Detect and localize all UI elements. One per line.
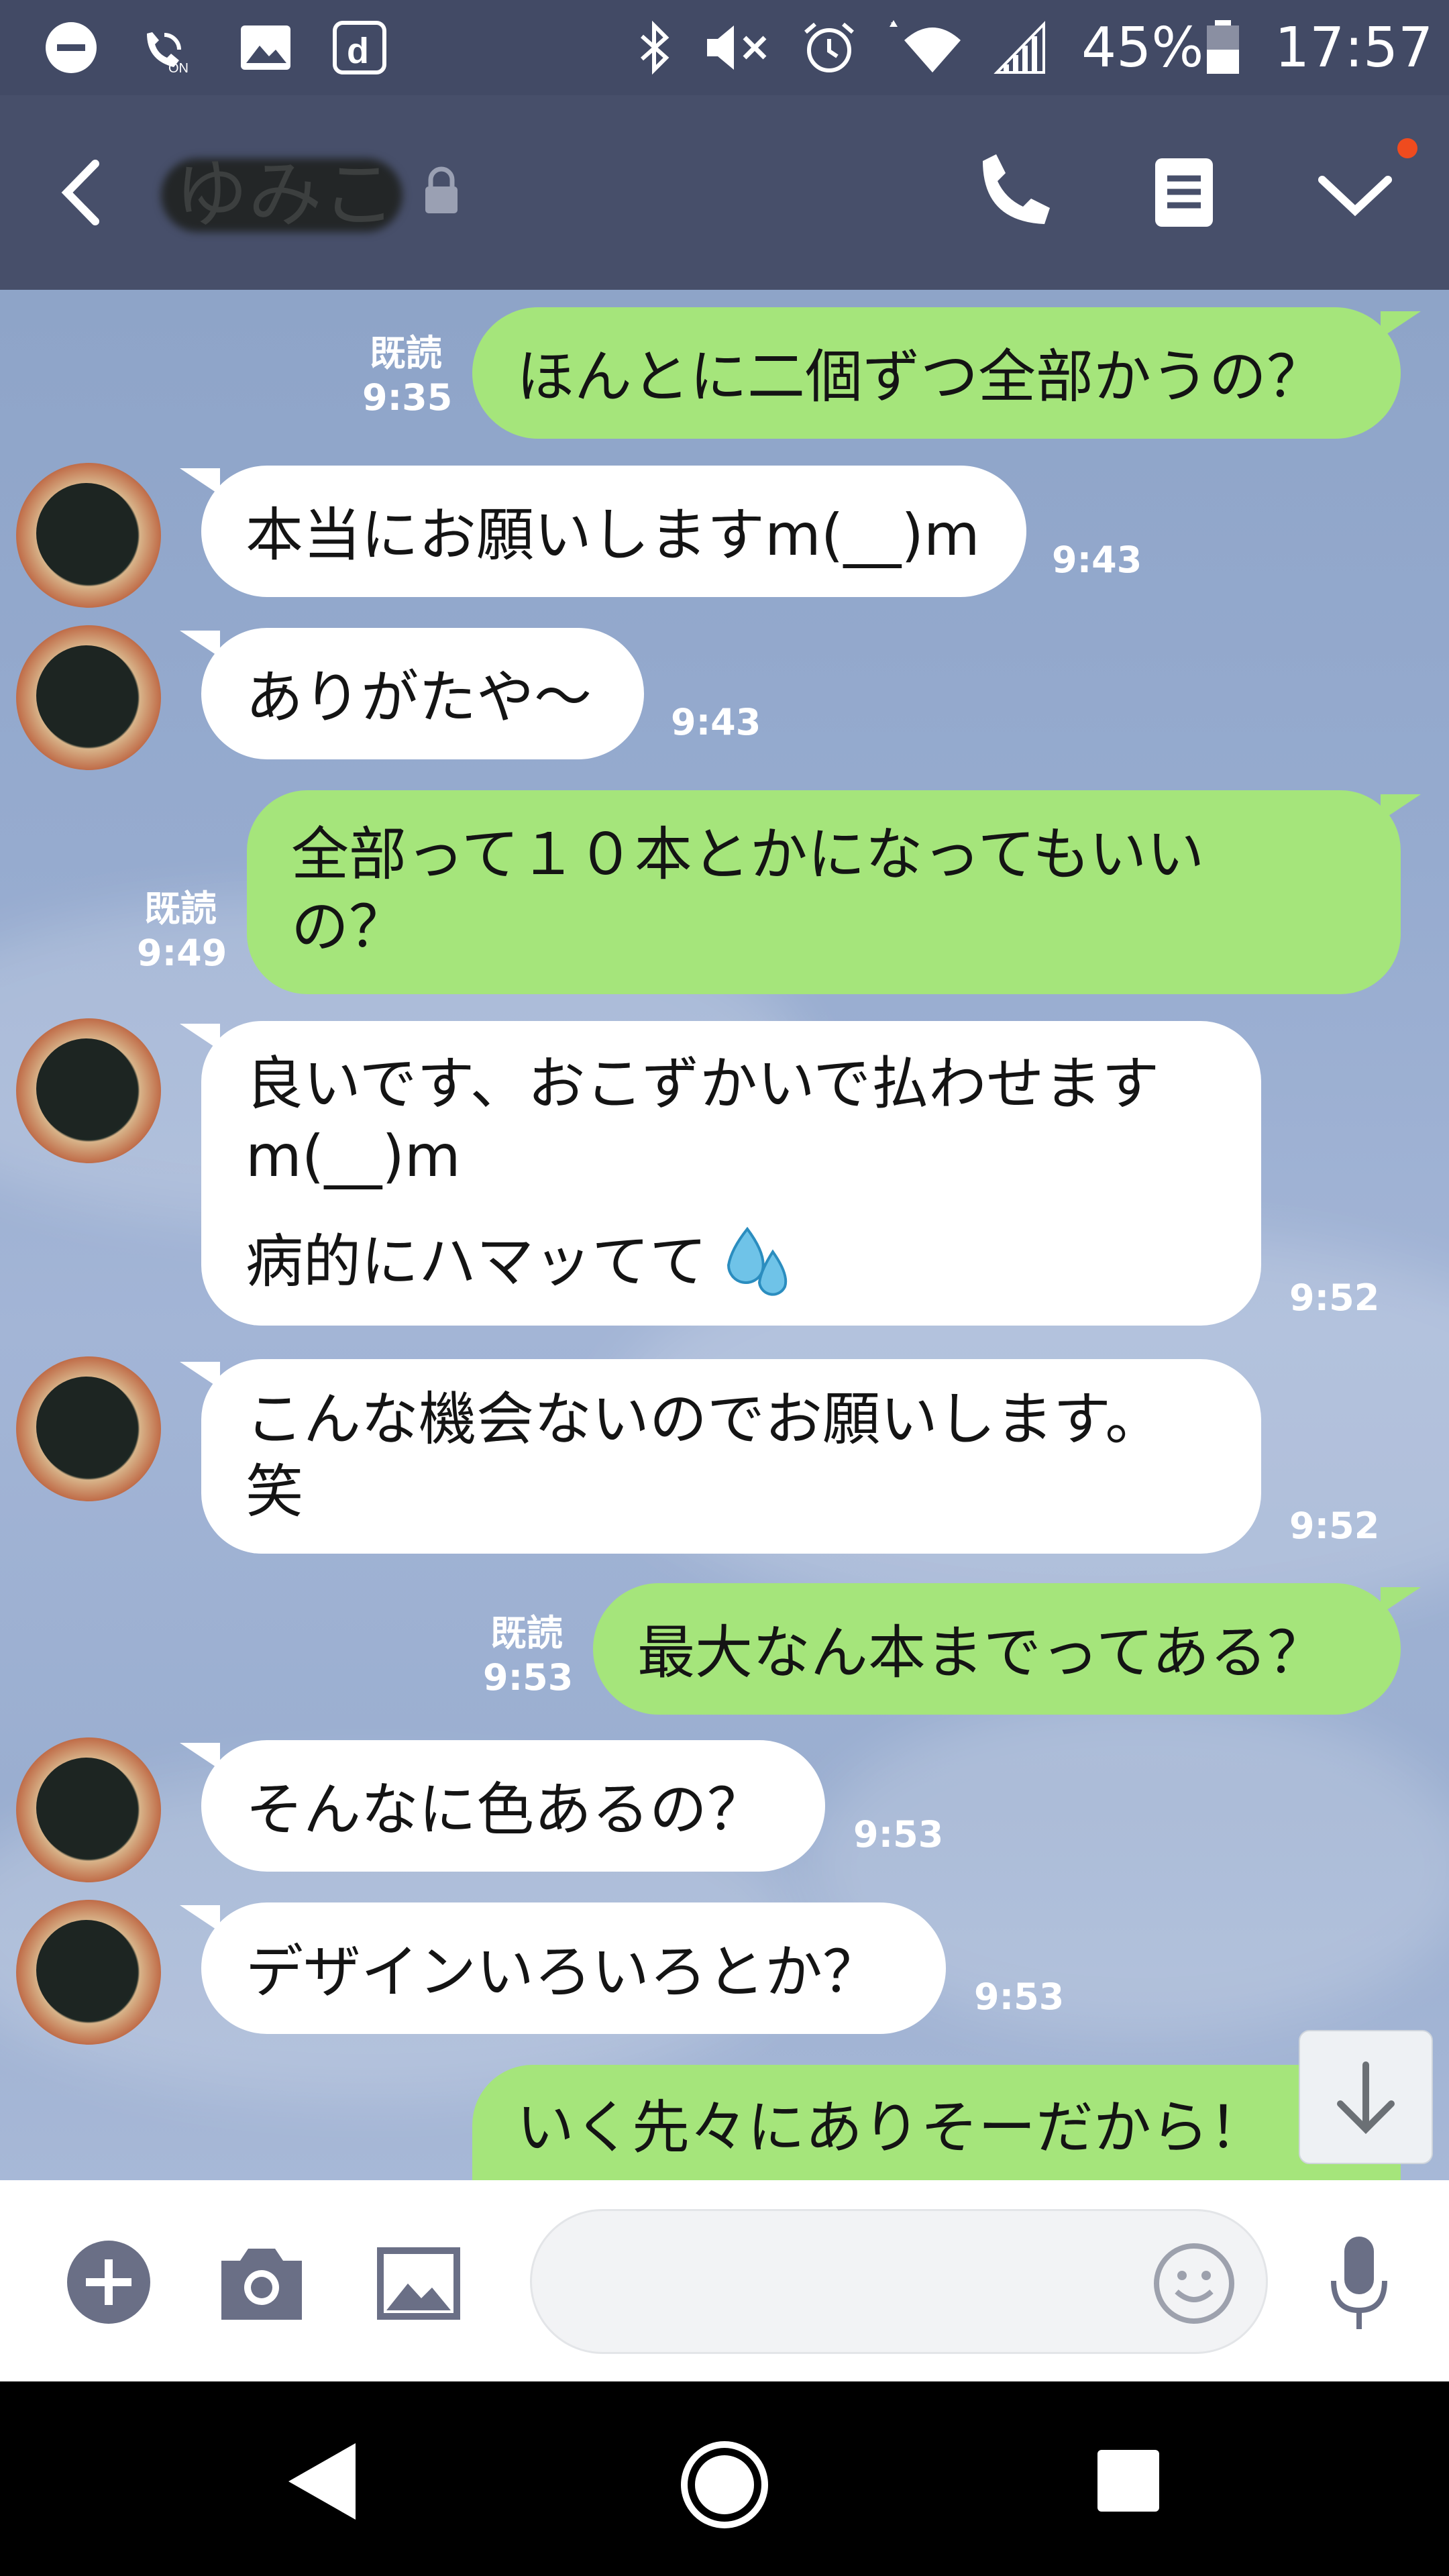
message-bubble-in[interactable]: そんなに色あるの？: [201, 1740, 825, 1872]
lock-icon: [425, 166, 458, 213]
message-bubble-out[interactable]: ほんとに二個ずつ全部かうの？: [472, 307, 1401, 439]
clock: 17:57: [1275, 16, 1434, 80]
navigation-bar: [0, 2381, 1449, 2576]
wifi-calling-icon: ON: [147, 32, 189, 75]
gallery-icon: [241, 25, 290, 70]
battery-percent: 45%: [1081, 16, 1204, 80]
message-meta: 既読 9:49: [137, 888, 227, 974]
sweat-drops-icon: [727, 1226, 788, 1296]
message-text: こんな機会ないのでお願いします。 笑: [246, 1386, 1163, 1525]
recents-square-icon[interactable]: [1095, 2447, 1162, 2514]
notification-dot: [1397, 138, 1417, 158]
avatar[interactable]: [16, 1900, 161, 2045]
status-bar: ON d 45% 17:57: [0, 0, 1449, 95]
phone-icon[interactable]: [969, 149, 1057, 236]
camera-icon[interactable]: [219, 2243, 305, 2322]
svg-text:ON: ON: [168, 61, 189, 75]
message-time: 9:43: [671, 701, 761, 743]
message-text: 全部って１０本とかになってもいい の？: [291, 821, 1205, 961]
notes-icon[interactable]: [1140, 149, 1228, 236]
avatar[interactable]: [16, 1356, 161, 1501]
message-bubble-in[interactable]: ありがたや～: [201, 628, 644, 759]
chevron-left-icon[interactable]: [40, 149, 127, 236]
message-text: 良いです、おこずかいで払わせます m(__)m 病的にハマッてて: [246, 1048, 1221, 1299]
image-icon[interactable]: [376, 2246, 462, 2321]
avatar[interactable]: [16, 463, 161, 608]
message-time: 9:52: [1289, 1505, 1380, 1547]
input-bar: [0, 2180, 1449, 2381]
svg-text:d: d: [347, 31, 369, 71]
message-meta: 既読 9:35: [362, 332, 453, 419]
chevron-down-icon[interactable]: [1311, 149, 1399, 236]
microphone-icon[interactable]: [1326, 2234, 1393, 2334]
contact-name[interactable]: ゆみこ: [161, 154, 402, 235]
emoji-icon[interactable]: [1152, 2242, 1236, 2325]
scroll-down-button[interactable]: [1299, 2030, 1433, 2164]
message-time: 9:53: [853, 1813, 944, 1856]
signal-icon: [994, 21, 1045, 74]
message-bubble-out[interactable]: いく先々にありそーだから！: [472, 2065, 1401, 2180]
wifi-icon: [890, 20, 961, 72]
docomo-d-icon: d: [333, 21, 386, 74]
message-time: 9:53: [974, 1976, 1065, 2018]
message-bubble-in[interactable]: デザインいろいろとか？: [201, 1902, 946, 2034]
chat-area[interactable]: 既読 9:35 ほんとに二個ずつ全部かうの？ 本当にお願いしますm(__)m 9:…: [0, 290, 1449, 2180]
dnd-icon: [46, 22, 97, 73]
mute-icon: [707, 25, 767, 70]
chat-header: ゆみこ: [0, 95, 1449, 290]
message-meta: 既読 9:53: [483, 1612, 574, 1699]
avatar[interactable]: [16, 1018, 161, 1163]
back-triangle-icon[interactable]: [282, 2438, 362, 2525]
message-bubble-in[interactable]: 本当にお願いしますm(__)m: [201, 466, 1026, 597]
message-bubble-in[interactable]: こんな機会ないのでお願いします。 笑: [201, 1359, 1261, 1554]
avatar[interactable]: [16, 1737, 161, 1882]
alarm-icon: [804, 22, 854, 72]
avatar[interactable]: [16, 625, 161, 770]
plus-icon[interactable]: [66, 2239, 152, 2325]
arrow-down-icon: [1337, 2061, 1395, 2135]
message-bubble-out[interactable]: 全部って１０本とかになってもいい の？: [247, 790, 1401, 994]
battery-icon: [1207, 20, 1239, 74]
message-time: 9:52: [1289, 1277, 1380, 1319]
bluetooth-icon: [641, 20, 669, 75]
message-time: 9:43: [1052, 539, 1142, 581]
message-bubble-out[interactable]: 最大なん本までってある？: [593, 1583, 1401, 1715]
home-circle-icon[interactable]: [678, 2438, 771, 2532]
message-bubble-in[interactable]: 良いです、おこずかいで払わせます m(__)m 病的にハマッてて: [201, 1021, 1261, 1326]
